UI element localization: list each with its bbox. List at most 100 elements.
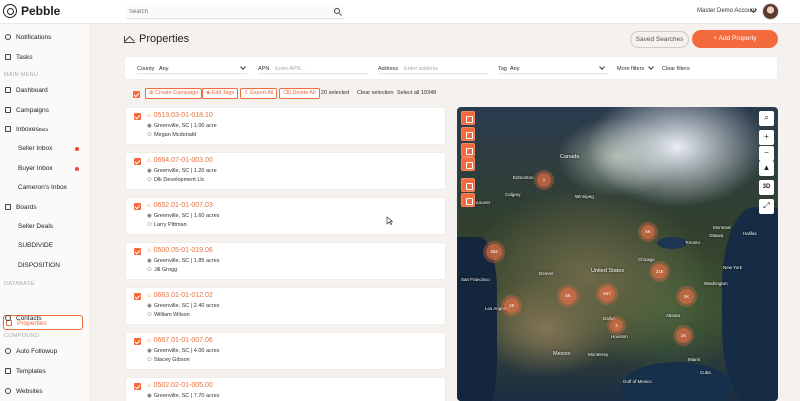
- sidebar-item-notifications[interactable]: Notifications: [5, 30, 51, 44]
- filter-bar: County Any APN Enter APN... Address Ente…: [124, 56, 778, 80]
- map-cluster[interactable]: 5K: [560, 288, 576, 304]
- map-cluster[interactable]: 647: [599, 286, 615, 302]
- toggle-3d-button[interactable]: 3D: [759, 180, 774, 195]
- property-apn[interactable]: ⌂ 0502.02-01-005.00: [147, 382, 213, 389]
- sidebar-item-contacts[interactable]: Contacts: [5, 311, 42, 325]
- location-pin-icon: ◉: [147, 303, 152, 309]
- layers-tool-button[interactable]: [461, 127, 475, 141]
- account-name[interactable]: Master Demo Account: [697, 8, 756, 14]
- person-icon: ⚇: [147, 177, 152, 183]
- address-input[interactable]: Enter address: [404, 66, 438, 72]
- search-icon[interactable]: [334, 8, 340, 14]
- map-cluster[interactable]: 19: [504, 298, 519, 313]
- chevron-down-icon[interactable]: [240, 64, 246, 70]
- row-checkbox[interactable]: [134, 293, 141, 300]
- person-icon: ⚇: [147, 267, 152, 273]
- location-tool-button[interactable]: [461, 157, 475, 171]
- tag-select[interactable]: Any: [510, 66, 519, 72]
- county-select[interactable]: Any: [159, 66, 168, 72]
- edit-tags-button[interactable]: ◈ Edit Tags: [202, 88, 239, 99]
- row-checkbox[interactable]: [134, 158, 141, 165]
- row-checkbox[interactable]: [134, 113, 141, 120]
- row-checkbox[interactable]: [134, 383, 141, 390]
- property-card[interactable]: ⌂ 0663.01-01-012.02 ◉ Greenville, SC | 2.4…: [125, 287, 446, 325]
- sidebar-item-inboxes[interactable]: Inboxes Beta: [5, 122, 48, 136]
- apn-input[interactable]: Enter APN...: [275, 66, 305, 72]
- chevron-down-icon[interactable]: [599, 64, 605, 70]
- globe-tool-button[interactable]: [461, 178, 475, 192]
- sidebar-item-dashboard[interactable]: Dashboard: [5, 83, 48, 97]
- map-cluster[interactable]: 482: [486, 244, 502, 260]
- sidebar-item-templates[interactable]: Templates: [5, 364, 46, 378]
- property-map[interactable]: Canada United States Mexico Cuba Chicago…: [457, 107, 778, 401]
- polygon-tool-button[interactable]: [461, 143, 475, 157]
- clear-filters-button[interactable]: Clear filters: [662, 66, 690, 72]
- property-apn[interactable]: ⌂ 0667.01-01-007.06: [147, 337, 213, 344]
- map-cluster[interactable]: 1K: [679, 289, 694, 304]
- draw-tool-button[interactable]: [461, 111, 475, 125]
- map-ocean: [457, 237, 497, 401]
- location-pin-icon: ◉: [147, 258, 152, 264]
- sidebar-item-subdivide[interactable]: SUBDIVIDE: [18, 242, 53, 249]
- map-cluster[interactable]: 1K: [676, 328, 691, 343]
- sidebar-item-buyer-inbox[interactable]: Buyer Inbox: [18, 165, 53, 172]
- export-all-button[interactable]: ⇩ Export All: [240, 88, 278, 99]
- map-cluster[interactable]: 216: [652, 264, 667, 279]
- pebble-logo-icon: [3, 4, 17, 18]
- edit-tags-label: Edit Tags: [211, 90, 235, 96]
- property-apn[interactable]: ⌂ 0652.01-01-007.03: [147, 202, 213, 209]
- property-card[interactable]: ⌂ 0667.01-01-007.06 ◉ Greenville, SC | 4.0…: [125, 332, 446, 370]
- image-tool-button[interactable]: [461, 193, 475, 207]
- map-cluster[interactable]: 3: [610, 319, 623, 332]
- property-card[interactable]: ⌂ 0513.03-01-018.10 ◉ Greenville, SC | 1.0…: [125, 107, 446, 145]
- property-card[interactable]: ⌂ 0664.07-01-003.00 ◉ Greenville, SC | 1.2…: [125, 152, 446, 190]
- delete-all-button[interactable]: ⌫ Delete All: [279, 88, 320, 99]
- create-campaign-label: Create Campaign: [155, 90, 199, 96]
- row-checkbox[interactable]: [134, 248, 141, 255]
- map-search-button[interactable]: ⌕: [759, 111, 774, 126]
- row-checkbox[interactable]: [134, 338, 141, 345]
- location-pin-icon: ◉: [147, 213, 152, 219]
- property-apn[interactable]: ⌂ 0513.03-01-018.10: [147, 112, 213, 119]
- boards-icon: [5, 204, 11, 210]
- sidebar-item-label: Tasks: [16, 53, 33, 61]
- fullscreen-icon[interactable]: ⤢: [759, 199, 774, 214]
- sidebar-item-disposition[interactable]: DISPOSITION: [18, 262, 60, 269]
- map-cluster[interactable]: 1: [537, 173, 551, 187]
- search-input[interactable]: [126, 5, 316, 19]
- create-campaign-button[interactable]: ⊕ Create Campaign: [145, 88, 203, 99]
- sidebar-item-websites[interactable]: Websites: [5, 384, 43, 398]
- sidebar-item-tasks[interactable]: Tasks: [5, 50, 33, 64]
- saved-searches-button[interactable]: Saved Searches: [630, 31, 689, 48]
- chevron-down-icon[interactable]: [648, 64, 654, 70]
- property-card[interactable]: ⌂ 0500.05-01-019.06 ◉ Greenville, SC | 1.8…: [125, 242, 446, 280]
- map-label: Gulf of Mexico: [623, 379, 652, 384]
- compass-button[interactable]: ▲: [759, 161, 774, 176]
- select-all-link[interactable]: Select all 19348: [397, 90, 436, 96]
- avatar[interactable]: [762, 3, 779, 20]
- zoom-in-button[interactable]: +: [759, 130, 774, 145]
- zoom-out-button[interactable]: −: [759, 146, 774, 161]
- sidebar-item-camerons-inbox[interactable]: Cameron's Inbox: [18, 184, 67, 191]
- property-icon: ⌂: [147, 383, 151, 389]
- more-filters-button[interactable]: More filters: [617, 66, 644, 72]
- row-checkbox[interactable]: [134, 203, 141, 210]
- add-property-button[interactable]: + Add Property: [692, 30, 778, 48]
- clear-selection-link[interactable]: Clear selection: [357, 90, 393, 96]
- select-all-checkbox[interactable]: [133, 91, 140, 98]
- property-card[interactable]: ⌂ 0502.02-01-005.00 ◉ Greenville, SC | 7.7…: [125, 377, 446, 401]
- sidebar-item-campaigns[interactable]: Campaigns: [5, 103, 49, 117]
- sidebar-item-boards[interactable]: Boards: [5, 200, 37, 214]
- map-label: Denver: [539, 271, 554, 276]
- property-apn[interactable]: ⌂ 0664.07-01-003.00: [147, 157, 213, 164]
- selected-count: 20 selected: [321, 90, 350, 96]
- property-card[interactable]: ⌂ 0652.01-01-007.03 ◉ Greenville, SC | 1.6…: [125, 197, 446, 235]
- property-apn[interactable]: ⌂ 0500.05-01-019.06: [147, 247, 213, 254]
- sidebar-item-seller-inbox[interactable]: Seller Inbox: [18, 145, 52, 152]
- location-text: Greenville, SC | 1.20 acre: [153, 168, 217, 174]
- logo[interactable]: Pebble: [3, 4, 60, 18]
- sidebar-item-seller-deals[interactable]: Seller Deals: [18, 223, 53, 230]
- sidebar-item-auto-followup[interactable]: Auto Followup: [5, 344, 57, 358]
- map-cluster[interactable]: 6K: [641, 225, 655, 239]
- property-apn[interactable]: ⌂ 0663.01-01-012.02: [147, 292, 213, 299]
